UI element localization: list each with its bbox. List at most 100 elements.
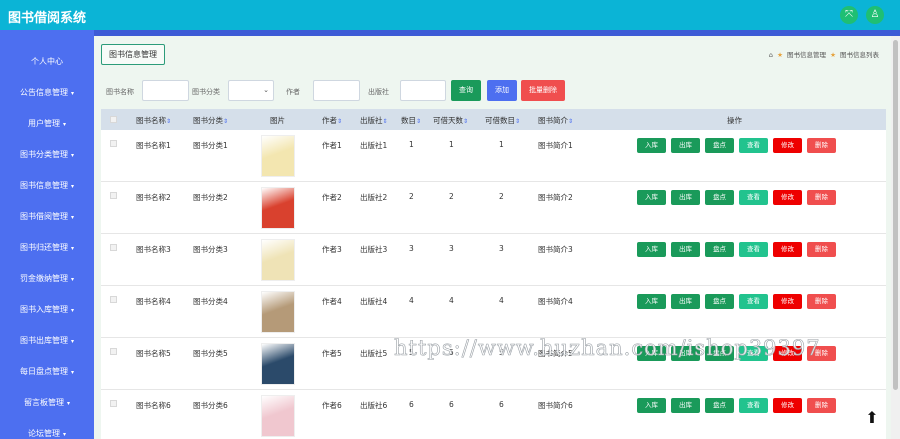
inventory-button[interactable]: 盘点 — [705, 190, 734, 205]
column-header-available[interactable]: 可借数目⇕ — [485, 115, 520, 126]
column-header-count[interactable]: 数目⇕ — [401, 115, 421, 126]
category-select[interactable]: ⌄ — [228, 80, 274, 101]
chevron-down-icon: ▾ — [70, 307, 74, 314]
user-button[interactable]: ♙ — [866, 6, 884, 24]
cell-count: 6 — [409, 400, 414, 409]
sidebar-item-forum[interactable]: 论坛管理 ▾ — [0, 418, 94, 439]
cell-intro: 图书简介4 — [538, 297, 573, 306]
stock-out-button[interactable]: 出库 — [671, 138, 700, 153]
breadcrumb-item[interactable]: 图书信息管理 — [787, 51, 826, 59]
delete-button[interactable]: 删除 — [807, 190, 836, 205]
view-button[interactable]: 查看 — [739, 242, 768, 257]
edit-button[interactable]: 修改 — [773, 242, 802, 257]
edit-button[interactable]: 修改 — [773, 138, 802, 153]
row-checkbox[interactable] — [110, 192, 117, 199]
stock-in-button[interactable]: 入库 — [637, 398, 666, 413]
cell-count: 1 — [409, 140, 414, 149]
column-header-author[interactable]: 作者⇕ — [322, 115, 342, 126]
inventory-button[interactable]: 盘点 — [705, 242, 734, 257]
column-header-actions: 操作 — [727, 116, 742, 125]
stock-out-button[interactable]: 出库 — [671, 294, 700, 309]
scrollbar-thumb[interactable] — [893, 40, 898, 390]
row-checkbox[interactable] — [110, 400, 117, 407]
fullscreen-button[interactable]: ⤧ — [840, 6, 858, 24]
batch-delete-button[interactable]: 批量删除 — [521, 80, 565, 101]
search-button[interactable]: 查询 — [451, 80, 481, 101]
column-header-label: 可借数目 — [485, 116, 515, 125]
stock-in-button[interactable]: 入库 — [637, 190, 666, 205]
cell-category: 图书分类3 — [193, 245, 228, 254]
row-checkbox[interactable] — [110, 140, 117, 147]
back-to-top-icon[interactable]: ⬆ — [862, 408, 882, 428]
app-title: 图书借阅系统 — [8, 11, 87, 26]
edit-button[interactable]: 修改 — [773, 294, 802, 309]
author-input[interactable] — [313, 80, 360, 101]
sidebar-item-stock-in[interactable]: 图书入库管理 ▾ — [0, 294, 94, 325]
breadcrumb: ⌂ ★ 图书信息管理 ★ 图书信息列表 — [767, 49, 879, 59]
sidebar-item-profile[interactable]: 个人中心 — [0, 46, 94, 77]
book-name-input[interactable] — [142, 80, 189, 101]
cell-intro: 图书简介3 — [538, 245, 573, 254]
view-button[interactable]: 查看 — [739, 190, 768, 205]
chevron-down-icon: ▾ — [70, 338, 74, 345]
column-header-intro[interactable]: 图书简介⇕ — [538, 115, 573, 126]
column-header-category[interactable]: 图书分类⇕ — [193, 115, 228, 126]
sidebar-item-label: 图书出库管理 — [19, 336, 68, 345]
column-header-publisher[interactable]: 出版社⇕ — [360, 115, 388, 126]
sidebar-item-book-info[interactable]: 图书信息管理 ▾ — [0, 170, 94, 201]
sidebar-item-fines[interactable]: 罚金缴纳管理 ▾ — [0, 263, 94, 294]
delete-button[interactable]: 删除 — [807, 138, 836, 153]
page-title: 图书信息管理 — [101, 44, 165, 65]
cell-publisher: 出版社4 — [360, 297, 388, 306]
stock-out-button[interactable]: 出库 — [671, 242, 700, 257]
cell-publisher: 出版社3 — [360, 245, 388, 254]
top-bar: 图书借阅系统 ⤧ ♙ — [0, 0, 900, 30]
inventory-button[interactable]: 盘点 — [705, 138, 734, 153]
sidebar-item-messages[interactable]: 留言板管理 ▾ — [0, 387, 94, 418]
sidebar-item-label: 论坛管理 — [27, 429, 60, 438]
row-checkbox[interactable] — [110, 348, 117, 355]
cell-author: 作者2 — [322, 193, 342, 202]
sidebar-item-notice[interactable]: 公告信息管理 ▾ — [0, 77, 94, 108]
table-header: 图书名称⇕ 图书分类⇕ 图片 作者⇕ 出版社⇕ 数目⇕ 可借天数⇕ 可借数目⇕ … — [101, 109, 886, 130]
sidebar-item-inventory[interactable]: 每日盘点管理 ▾ — [0, 356, 94, 387]
stock-out-button[interactable]: 出库 — [671, 190, 700, 205]
publisher-input[interactable] — [400, 80, 446, 101]
add-button[interactable]: 添加 — [487, 80, 517, 101]
sidebar-item-borrow[interactable]: 图书借阅管理 ▾ — [0, 201, 94, 232]
edit-button[interactable]: 修改 — [773, 398, 802, 413]
cell-author: 作者4 — [322, 297, 342, 306]
stock-in-button[interactable]: 入库 — [637, 294, 666, 309]
delete-button[interactable]: 删除 — [807, 398, 836, 413]
delete-button[interactable]: 删除 — [807, 294, 836, 309]
row-checkbox[interactable] — [110, 244, 117, 251]
chevron-down-icon: ▾ — [62, 121, 66, 128]
sidebar-item-users[interactable]: 用户管理 ▾ — [0, 108, 94, 139]
stock-in-button[interactable]: 入库 — [637, 138, 666, 153]
inventory-button[interactable]: 盘点 — [705, 294, 734, 309]
row-checkbox[interactable] — [110, 296, 117, 303]
view-button[interactable]: 查看 — [739, 294, 768, 309]
edit-button[interactable]: 修改 — [773, 190, 802, 205]
cell-category: 图书分类5 — [193, 349, 228, 358]
scrollbar[interactable] — [891, 36, 900, 439]
select-all-checkbox[interactable] — [110, 116, 117, 123]
sidebar-item-return[interactable]: 图书归还管理 ▾ — [0, 232, 94, 263]
table-row: 图书名称1 图书分类1 作者1 出版社1 1 1 1 图书简介1 入库 出库 盘点 查看 修改 删除 — [101, 130, 886, 182]
column-header-name[interactable]: 图书名称⇕ — [136, 115, 171, 126]
name-label: 图书名称 — [106, 88, 134, 96]
cell-publisher: 出版社6 — [360, 401, 388, 410]
cell-days: 4 — [449, 296, 454, 305]
view-button[interactable]: 查看 — [739, 138, 768, 153]
view-button[interactable]: 查看 — [739, 398, 768, 413]
breadcrumb-item: 图书信息列表 — [840, 51, 879, 59]
home-icon[interactable]: ⌂ — [769, 51, 773, 59]
sidebar-item-book-category[interactable]: 图书分类管理 ▾ — [0, 139, 94, 170]
cell-publisher: 出版社2 — [360, 193, 388, 202]
stock-in-button[interactable]: 入库 — [637, 242, 666, 257]
stock-out-button[interactable]: 出库 — [671, 398, 700, 413]
delete-button[interactable]: 删除 — [807, 242, 836, 257]
inventory-button[interactable]: 盘点 — [705, 398, 734, 413]
column-header-days[interactable]: 可借天数⇕ — [433, 115, 468, 126]
sidebar-item-stock-out[interactable]: 图书出库管理 ▾ — [0, 325, 94, 356]
